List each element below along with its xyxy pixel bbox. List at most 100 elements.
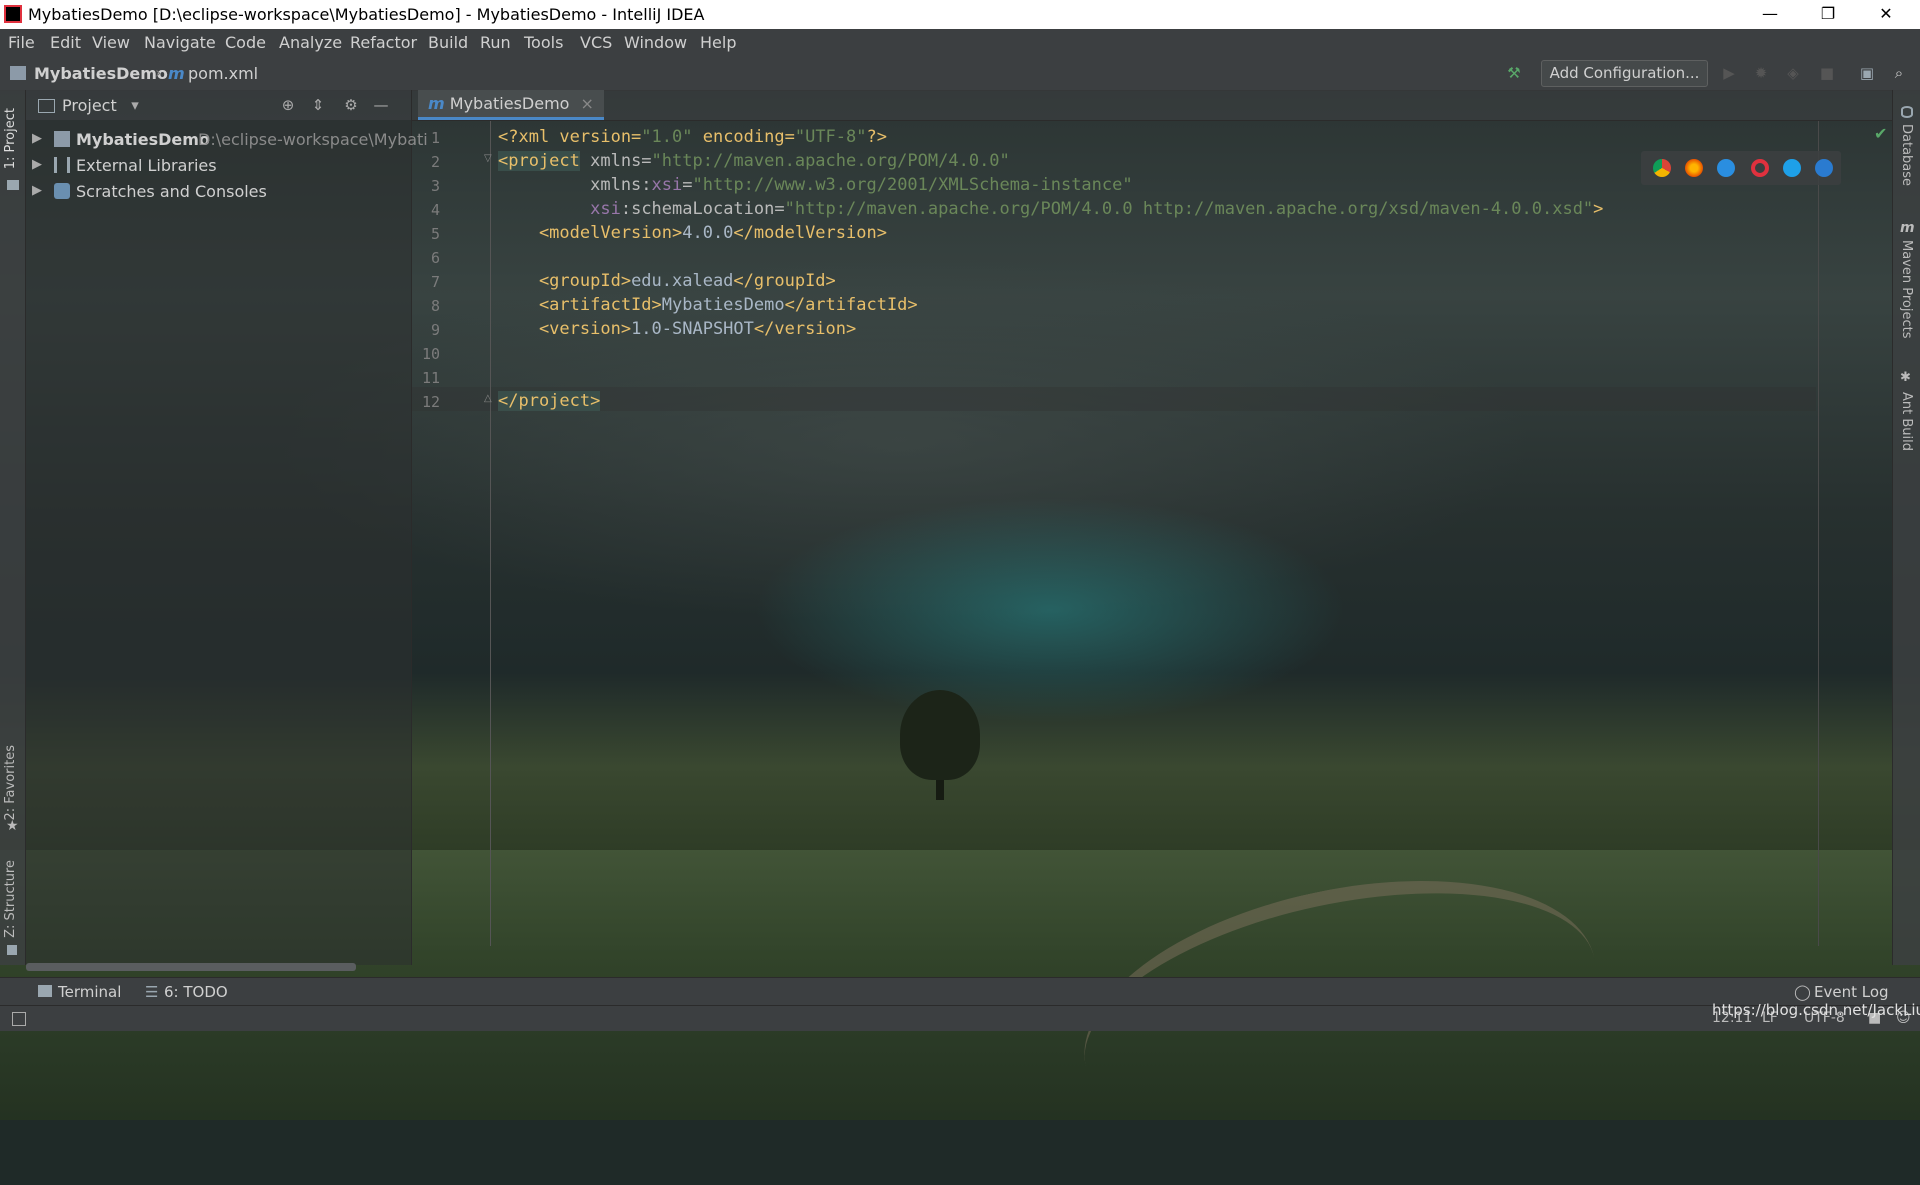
menu-run[interactable]: Run bbox=[480, 33, 511, 52]
add-configuration-button[interactable]: Add Configuration... bbox=[1541, 60, 1708, 87]
build-hammer-icon[interactable]: ⚒ bbox=[1505, 64, 1523, 82]
window-title-bar[interactable]: MybatiesDemo [D:\eclipse-workspace\Mybat… bbox=[0, 0, 1920, 29]
current-line-highlight bbox=[412, 387, 1816, 411]
line-number: 11 bbox=[421, 369, 440, 387]
maximize-button[interactable]: ❐ bbox=[1808, 2, 1848, 26]
scratches-icon bbox=[54, 183, 70, 199]
editor-tab-pom[interactable]: m MybatiesDemo × bbox=[418, 90, 604, 120]
tree-item-scratches[interactable]: ▶ Scratches and Consoles bbox=[26, 180, 411, 204]
project-structure-icon[interactable]: ▣ bbox=[1858, 64, 1876, 82]
menu-analyze[interactable]: Analyze bbox=[279, 33, 342, 52]
menu-edit[interactable]: Edit bbox=[50, 33, 81, 52]
line-number: 8 bbox=[430, 297, 440, 315]
firefox-icon[interactable] bbox=[1685, 159, 1703, 177]
safari-icon[interactable] bbox=[1717, 159, 1735, 177]
project-view-icon bbox=[38, 99, 55, 113]
chevron-down-icon[interactable]: ▾ bbox=[126, 96, 144, 114]
tree-item-label: Scratches and Consoles bbox=[76, 182, 267, 201]
inspection-ok-check-icon[interactable]: ✔ bbox=[1874, 124, 1887, 143]
intellij-logo-icon bbox=[4, 5, 22, 23]
menu-code[interactable]: Code bbox=[225, 33, 266, 52]
line-number: 6 bbox=[430, 249, 440, 267]
code-token: 1.0-SNAPSHOT bbox=[631, 319, 754, 339]
code-token: <version> bbox=[498, 319, 632, 339]
maven-file-icon: m bbox=[168, 64, 185, 83]
edge-icon[interactable] bbox=[1815, 159, 1833, 177]
tree-item-external-libraries[interactable]: ▶ External Libraries bbox=[26, 154, 411, 178]
database-tool-tab[interactable]: Database bbox=[1899, 124, 1914, 186]
right-margin-guide bbox=[1818, 121, 1819, 946]
minimize-button[interactable]: — bbox=[1750, 2, 1790, 26]
terminal-tool-tab[interactable]: Terminal bbox=[58, 983, 121, 1001]
code-token: 4.0.0 bbox=[682, 223, 734, 243]
event-log-icon: ◯ bbox=[1794, 983, 1811, 1001]
menu-navigate[interactable]: Navigate bbox=[144, 33, 216, 52]
menu-window[interactable]: Window bbox=[624, 33, 687, 52]
structure-tool-tab[interactable]: Z: Structure bbox=[3, 860, 18, 938]
code-token: <project bbox=[498, 151, 580, 171]
editor-gutter[interactable]: 1 2 3 4 5 6 7 8 9 10 11 12 ▽ △ bbox=[412, 121, 492, 946]
background-tree bbox=[900, 690, 980, 780]
code-token: xsi bbox=[590, 199, 621, 219]
debug-icon[interactable]: ✹ bbox=[1752, 64, 1770, 82]
menu-vcs[interactable]: VCS bbox=[580, 33, 612, 52]
chrome-icon[interactable] bbox=[1653, 159, 1671, 177]
code-line-7: <groupId>edu.xalead</groupId> bbox=[498, 271, 836, 295]
project-panel-header: Project ▾ ⊕ ⇕ ⚙ — bbox=[26, 90, 411, 120]
tool-windows-toggle-icon[interactable] bbox=[12, 1012, 26, 1026]
code-token: "http://www.w3.org/2001/XMLSchema-instan… bbox=[692, 175, 1133, 195]
expand-arrow-icon[interactable]: ▶ bbox=[32, 131, 42, 146]
search-everywhere-icon[interactable]: ⌕ bbox=[1890, 64, 1908, 82]
gear-icon[interactable]: ⚙ bbox=[342, 96, 360, 114]
internet-explorer-icon[interactable] bbox=[1783, 159, 1801, 177]
opera-icon[interactable] bbox=[1751, 159, 1769, 177]
breadcrumb-file[interactable]: pom.xml bbox=[188, 64, 258, 83]
code-token: > bbox=[1593, 199, 1604, 219]
menu-build[interactable]: Build bbox=[428, 33, 468, 52]
code-line-9: <version>1.0-SNAPSHOT</version> bbox=[498, 319, 856, 343]
project-folder-icon bbox=[10, 66, 26, 80]
code-token: </modelVersion> bbox=[733, 223, 887, 243]
event-log-tool-tab[interactable]: Event Log bbox=[1814, 983, 1889, 1001]
menu-tools[interactable]: Tools bbox=[524, 33, 563, 52]
menu-refactor[interactable]: Refactor bbox=[350, 33, 417, 52]
project-view-selector[interactable]: Project bbox=[62, 96, 117, 115]
ant-icon: ✱ bbox=[1900, 370, 1911, 385]
expand-arrow-icon[interactable]: ▶ bbox=[32, 157, 42, 172]
tree-item-path: D:\eclipse-workspace\Mybati bbox=[198, 130, 428, 149]
ant-build-tool-tab[interactable]: Ant Build bbox=[1899, 392, 1914, 451]
tree-item-project[interactable]: ▶ MybatiesDemo D:\eclipse-workspace\Myba… bbox=[26, 128, 428, 152]
maven-file-icon: m bbox=[428, 94, 445, 113]
code-token: </project> bbox=[498, 391, 601, 411]
project-panel-scrollbar[interactable] bbox=[26, 963, 356, 971]
fold-marker-icon[interactable]: ▽ bbox=[484, 153, 492, 164]
line-number: 5 bbox=[430, 225, 440, 243]
locate-file-icon[interactable]: ⊕ bbox=[279, 96, 297, 114]
code-token: <?xml version= bbox=[498, 127, 642, 147]
favorites-star-icon: ★ bbox=[6, 818, 19, 834]
menu-view[interactable]: View bbox=[92, 33, 130, 52]
menu-file[interactable]: File bbox=[8, 33, 35, 52]
code-line-12: </project> bbox=[498, 391, 601, 415]
stop-icon[interactable]: ■ bbox=[1818, 64, 1836, 82]
hide-panel-icon[interactable]: — bbox=[372, 96, 390, 114]
project-tool-tab[interactable]: 1: Project bbox=[3, 108, 18, 169]
maven-projects-tool-tab[interactable]: Maven Projects bbox=[1899, 240, 1914, 339]
line-number: 3 bbox=[430, 177, 440, 195]
close-tab-icon[interactable]: × bbox=[581, 94, 594, 113]
breadcrumb-project[interactable]: MybatiesDemo bbox=[34, 64, 168, 83]
favorites-tool-tab[interactable]: 2: Favorites bbox=[3, 745, 18, 821]
status-bar: 12:11 LF UTF-8 ■ ☺ bbox=[0, 1005, 1920, 1031]
code-editor[interactable]: <?xml version="1.0" encoding="UTF-8"?> <… bbox=[498, 121, 1603, 411]
line-number: 2 bbox=[430, 153, 440, 171]
code-line-2: <project xmlns="http://maven.apache.org/… bbox=[498, 151, 1010, 175]
close-button[interactable]: ✕ bbox=[1866, 2, 1906, 26]
fold-marker-icon[interactable]: △ bbox=[484, 393, 492, 404]
run-icon[interactable]: ▶ bbox=[1720, 64, 1738, 82]
expand-arrow-icon[interactable]: ▶ bbox=[32, 183, 42, 198]
coverage-icon[interactable]: ◈ bbox=[1784, 64, 1802, 82]
todo-tool-tab[interactable]: 6: TODO bbox=[164, 983, 228, 1001]
menu-help[interactable]: Help bbox=[700, 33, 736, 52]
collapse-all-icon[interactable]: ⇕ bbox=[309, 96, 327, 114]
navigation-bar: MybatiesDemo › m pom.xml ⚒ Add Configura… bbox=[0, 55, 1920, 91]
